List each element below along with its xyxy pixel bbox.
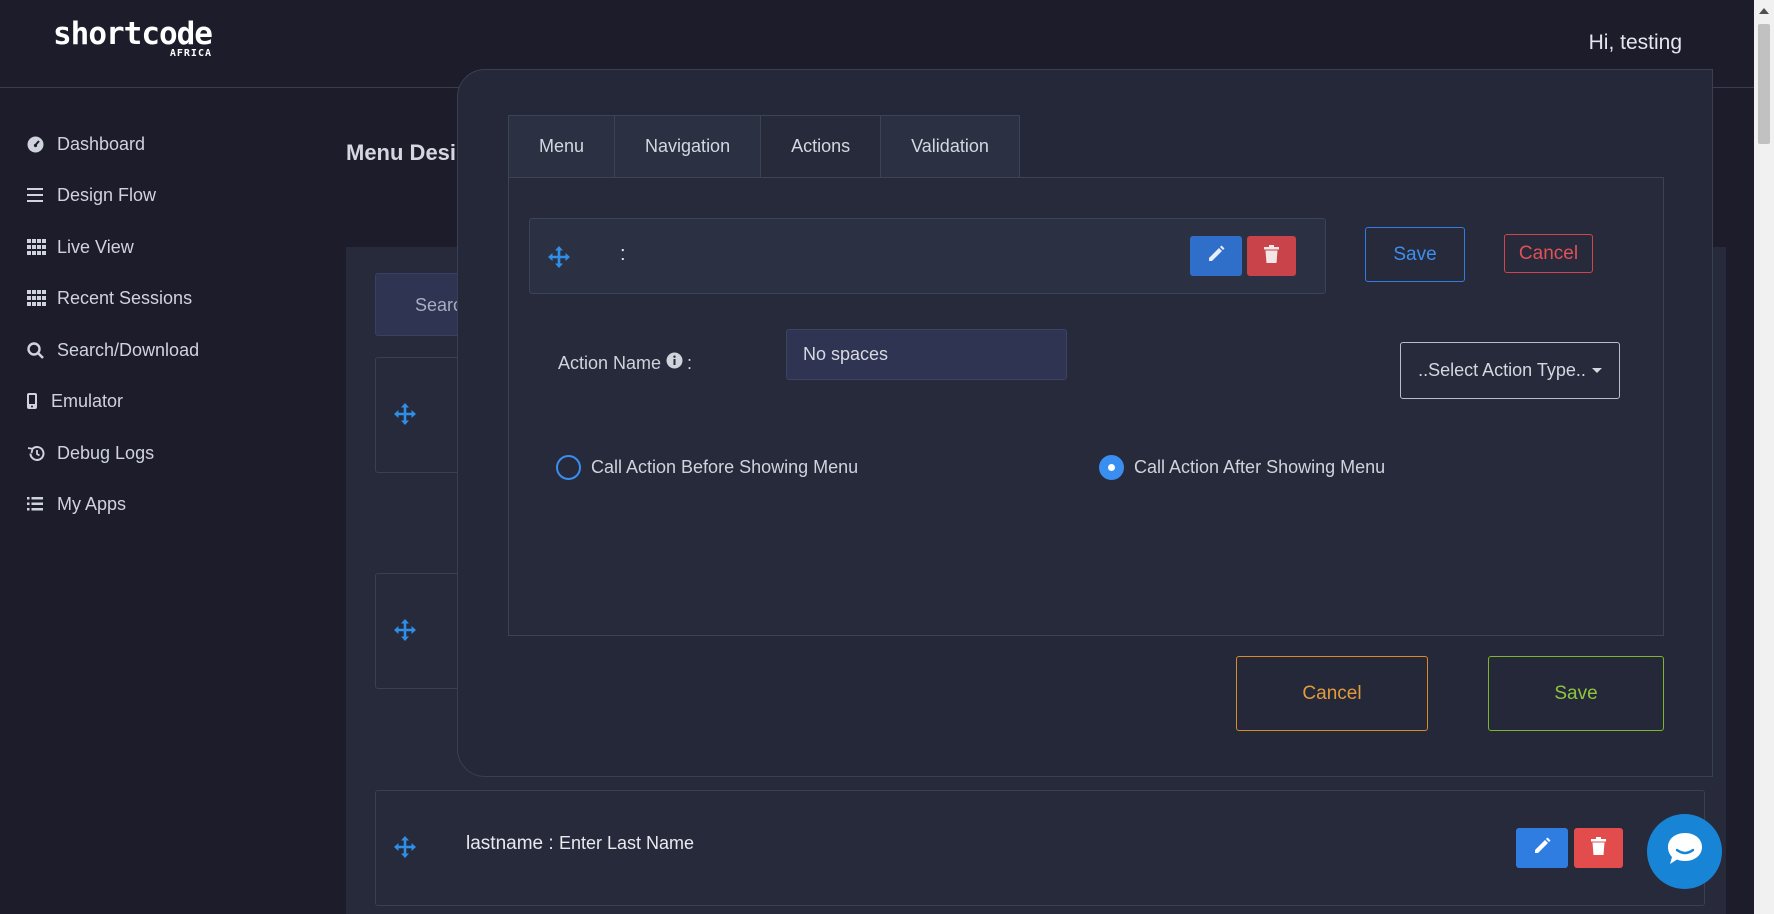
move-icon[interactable] xyxy=(394,836,416,863)
tab-actions[interactable]: Actions xyxy=(760,115,882,178)
sidebar-item-label: Debug Logs xyxy=(57,442,155,463)
radio-call-after-label: Call Action After Showing Menu xyxy=(1134,457,1386,477)
brand-logo[interactable]: shortcode AFRICA xyxy=(53,16,213,59)
row-text: lastname : Enter Last Name xyxy=(466,833,694,855)
user-greeting[interactable]: Hi, testing xyxy=(1589,31,1682,55)
tab-menu[interactable]: Menu xyxy=(508,115,616,178)
move-icon[interactable] xyxy=(548,246,570,273)
page-title: Menu Desi xyxy=(346,140,457,165)
row-field-name: lastname xyxy=(466,833,544,854)
sidebar-item-label: Search/Download xyxy=(57,339,200,360)
chat-launcher-button[interactable] xyxy=(1647,814,1722,889)
tab-navigation[interactable]: Navigation xyxy=(614,115,762,178)
menu-designer-modal: Menu Navigation Actions Validation : Sav… xyxy=(457,69,1713,777)
history-icon xyxy=(27,445,49,462)
action-name-label-text: Action Name xyxy=(558,352,662,373)
modal-tabs: Menu Navigation Actions Validation xyxy=(508,115,1020,178)
save-action-button[interactable]: Save xyxy=(1365,227,1465,282)
search-bar-label: Searc xyxy=(415,295,463,315)
action-item: : xyxy=(529,218,1326,294)
sidebar-item-label: Recent Sessions xyxy=(57,287,193,308)
list-item-lastname: lastname : Enter Last Name xyxy=(375,790,1705,906)
tab-validation[interactable]: Validation xyxy=(880,115,1020,178)
actions-tab-panel: : Save Cancel Action Name : ..Select xyxy=(508,177,1664,636)
grid-dots-icon xyxy=(27,290,49,306)
radio-call-after[interactable]: Call Action After Showing Menu xyxy=(1099,455,1385,480)
modal-save-button[interactable]: Save xyxy=(1488,656,1664,731)
sidebar-item-label: Emulator xyxy=(51,390,124,411)
radio-checked-icon[interactable] xyxy=(1099,455,1124,480)
action-name-colon: : xyxy=(687,352,693,373)
sidebar-item-live-view[interactable]: Live View xyxy=(27,234,134,260)
menu-lines-icon xyxy=(27,188,49,202)
sidebar-item-label: Design Flow xyxy=(57,184,157,205)
dashboard-icon xyxy=(27,136,49,153)
scrollbar-thumb[interactable] xyxy=(1758,24,1770,144)
sidebar-item-label: Live View xyxy=(57,236,134,257)
edit-button[interactable] xyxy=(1516,828,1568,868)
chat-icon xyxy=(1665,830,1705,873)
cancel-action-button[interactable]: Cancel xyxy=(1504,234,1593,273)
radio-call-before[interactable]: Call Action Before Showing Menu xyxy=(556,455,858,480)
delete-button[interactable] xyxy=(1574,828,1623,868)
move-icon[interactable] xyxy=(394,403,416,430)
move-icon[interactable] xyxy=(394,619,416,646)
trash-icon xyxy=(1591,836,1606,860)
action-type-dropdown-label: ..Select Action Type.. xyxy=(1418,360,1586,380)
action-name-input[interactable] xyxy=(786,329,1067,380)
sidebar-item-label: My Apps xyxy=(57,493,127,514)
sidebar-item-emulator[interactable]: Emulator xyxy=(27,388,123,414)
sidebar-item-design-flow[interactable]: Design Flow xyxy=(27,182,156,208)
pencil-icon xyxy=(1207,245,1225,268)
action-item-text: : xyxy=(620,243,626,265)
scroll-up-arrow-icon[interactable] xyxy=(1759,8,1769,14)
caret-down-icon xyxy=(1591,368,1602,373)
pencil-icon xyxy=(1533,837,1551,860)
radio-unchecked-icon[interactable] xyxy=(556,455,581,480)
sidebar-item-recent-sessions[interactable]: Recent Sessions xyxy=(27,285,192,311)
info-icon[interactable] xyxy=(666,352,683,374)
trash-icon xyxy=(1264,244,1279,268)
grid-dots-icon xyxy=(27,239,49,255)
page-scrollbar[interactable] xyxy=(1754,0,1774,914)
row-field-value: Enter Last Name xyxy=(558,833,695,853)
row-separator: : xyxy=(543,833,559,854)
action-name-label: Action Name : xyxy=(558,352,692,374)
delete-action-button[interactable] xyxy=(1247,236,1296,276)
sidebar-item-search-download[interactable]: Search/Download xyxy=(27,337,199,363)
modal-cancel-button[interactable]: Cancel xyxy=(1236,656,1428,731)
sidebar-item-debug-logs[interactable]: Debug Logs xyxy=(27,440,154,466)
edit-action-button[interactable] xyxy=(1190,236,1242,276)
list-icon xyxy=(27,497,49,511)
sidebar-item-my-apps[interactable]: My Apps xyxy=(27,491,126,517)
radio-call-before-label: Call Action Before Showing Menu xyxy=(591,457,859,477)
sidebar-item-dashboard[interactable]: Dashboard xyxy=(27,131,145,157)
brand-name: shortcode xyxy=(53,16,213,52)
sidebar-item-label: Dashboard xyxy=(57,133,146,154)
action-type-dropdown[interactable]: ..Select Action Type.. xyxy=(1400,342,1620,399)
mobile-icon xyxy=(27,393,43,409)
search-icon xyxy=(27,341,49,359)
